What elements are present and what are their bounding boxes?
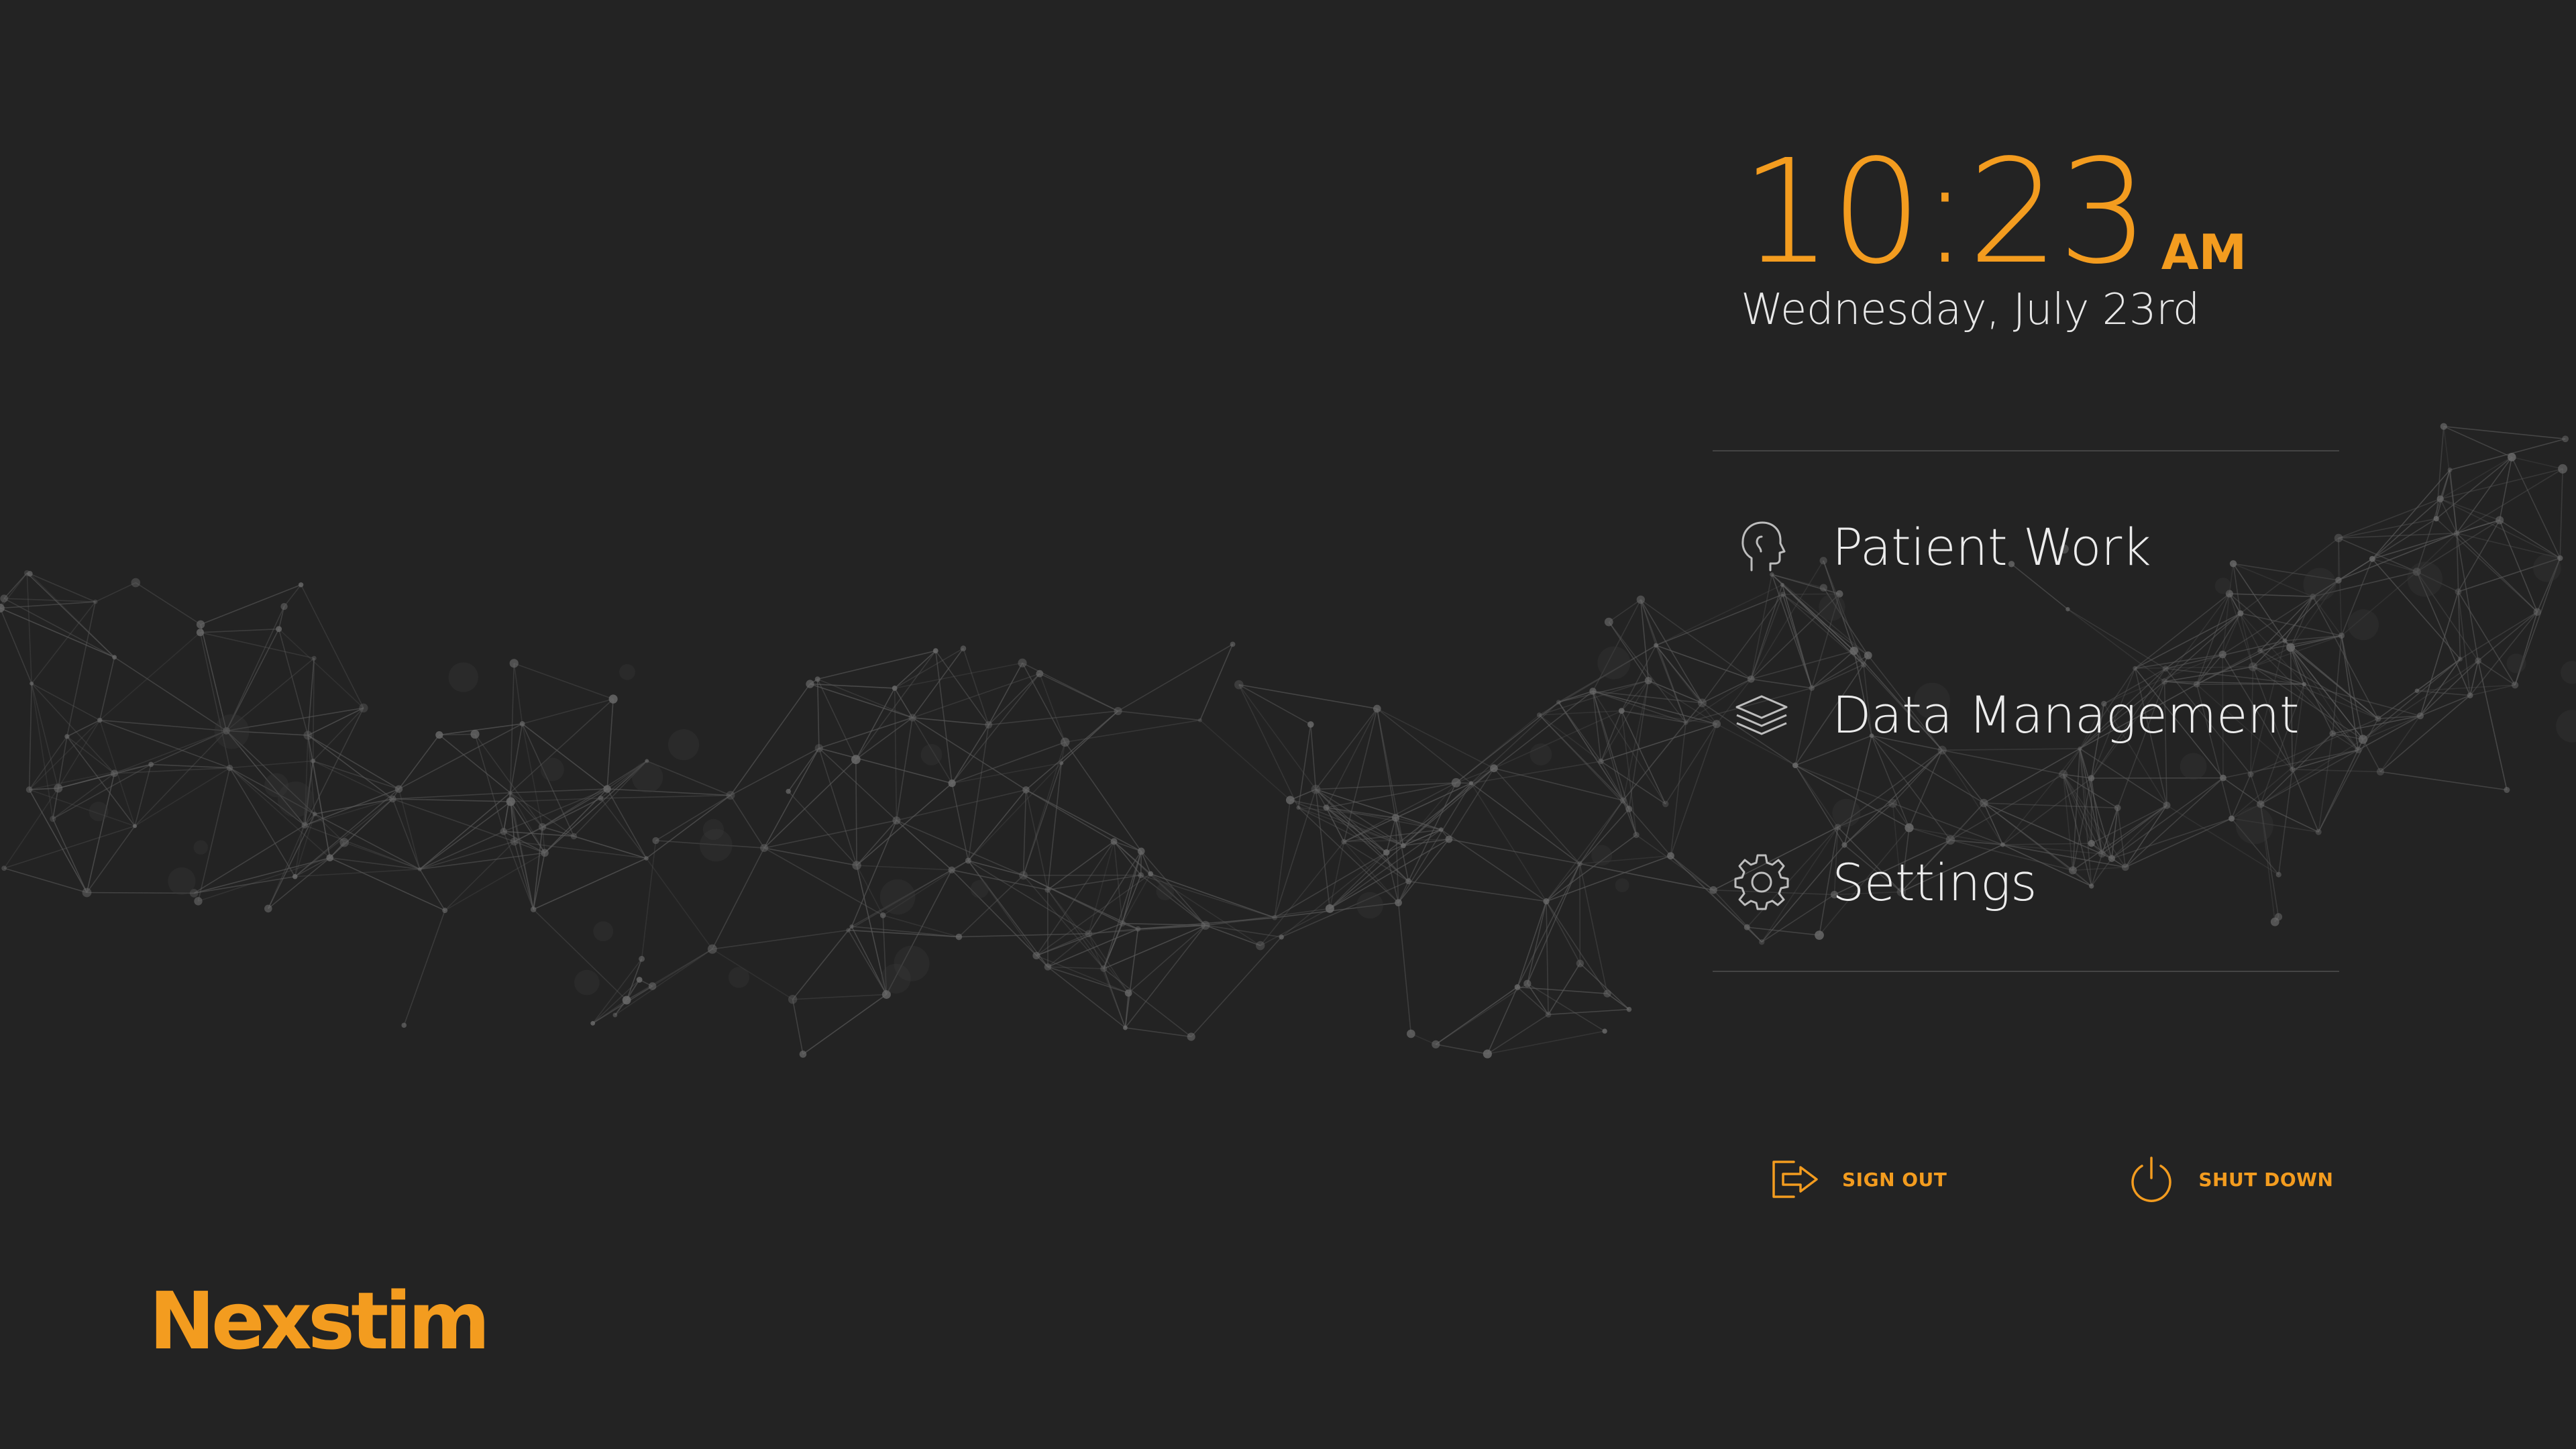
menu-item-data-management[interactable]: Data Management: [1713, 631, 2339, 798]
clock-time: 10:23: [1741, 129, 2149, 296]
current-date: Wednesday, July 23rd: [1741, 285, 2200, 335]
menu-item-label: Data Management: [1832, 684, 2300, 745]
home-screen: 10:23 AM Wednesday, July 23rd Patient Wo…: [0, 0, 2576, 1449]
menu-item-settings[interactable]: Settings: [1713, 798, 2339, 966]
sign-out-icon: [1768, 1152, 1822, 1206]
shut-down-button[interactable]: SHUT DOWN: [2125, 1152, 2333, 1206]
head-profile-icon: [1731, 517, 1792, 577]
power-icon: [2125, 1152, 2178, 1206]
nexstim-logo: Nexstim: [149, 1275, 490, 1367]
menu-item-patient-work[interactable]: Patient Work: [1713, 463, 2339, 631]
main-menu: Patient Work Data Management Settings: [1713, 463, 2339, 966]
session-actions: SIGN OUT SHUT DOWN: [1768, 1152, 2333, 1206]
shut-down-label: SHUT DOWN: [2198, 1168, 2334, 1191]
menu-divider-top: [1713, 450, 2339, 451]
layers-icon: [1731, 684, 1792, 745]
gear-icon: [1731, 852, 1792, 912]
clock: 10:23 AM: [1741, 141, 2247, 284]
menu-item-label: Settings: [1832, 852, 2037, 912]
sign-out-button[interactable]: SIGN OUT: [1768, 1152, 1947, 1206]
clock-ampm: AM: [2161, 224, 2247, 280]
menu-divider-bottom: [1713, 971, 2339, 972]
sign-out-label: SIGN OUT: [1842, 1168, 1947, 1191]
menu-item-label: Patient Work: [1832, 517, 2151, 577]
